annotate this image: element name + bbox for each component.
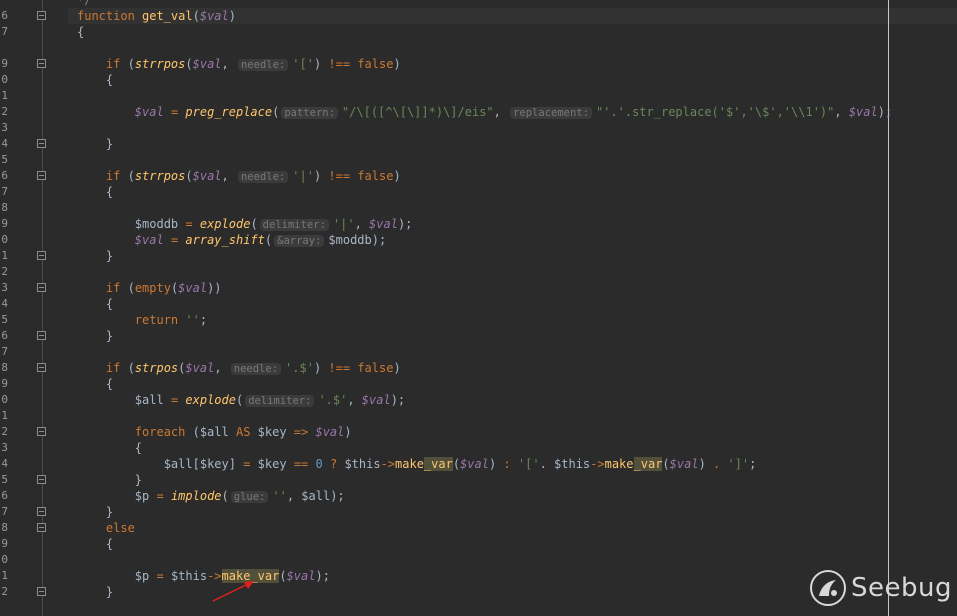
seebug-watermark: Seebug [809, 566, 952, 610]
code-line[interactable]: $all = explode(delimiter: '.$', $val); [77, 392, 405, 408]
fold-marker-icon[interactable] [37, 475, 46, 484]
watermark-text: Seebug [851, 573, 952, 603]
code-line[interactable]: $all[$key] = $key == 0 ? $this->make_var… [77, 456, 756, 472]
line-number: 3 [1, 281, 8, 294]
fold-marker-icon[interactable] [37, 523, 46, 532]
fold-marker-icon[interactable] [37, 587, 46, 596]
fold-marker-icon[interactable] [37, 139, 46, 148]
code-line[interactable]: $p = implode(glue: '', $all); [77, 488, 345, 504]
line-number: 1 [1, 569, 8, 582]
code-line[interactable]: if (strrpos($val, needle: '[') !== false) [77, 56, 401, 72]
code-line[interactable]: { [77, 184, 113, 200]
line-number: 5 [1, 153, 8, 166]
fold-marker-icon[interactable] [37, 59, 46, 68]
code-line[interactable]: } [77, 472, 142, 488]
line-number: 4 [1, 297, 8, 310]
line-number: 5 [1, 473, 8, 486]
fold-marker-icon[interactable] [37, 171, 46, 180]
param-hint: glue: [230, 490, 269, 503]
param-hint: &array: [274, 234, 325, 247]
param-hint: delimiter: [259, 218, 329, 231]
code-line[interactable]: $val = array_shift(&array: $moddb); [77, 232, 386, 248]
line-number: 1 [1, 409, 8, 422]
line-number: 0 [1, 73, 8, 86]
line-number [0, 40, 8, 56]
line-number: 9 [1, 217, 8, 230]
code-line[interactable]: } [77, 136, 113, 152]
code-line[interactable]: else [77, 520, 135, 536]
line-number: 2 [1, 425, 8, 438]
line-number: 8 [1, 201, 8, 214]
code-line[interactable]: */ [77, 0, 91, 8]
code-line[interactable]: function get_val($val) [77, 8, 236, 24]
line-number: 6 [1, 489, 8, 502]
line-number: 9 [1, 57, 8, 70]
param-hint: needle: [237, 170, 289, 183]
line-number: 4 [1, 137, 8, 150]
fold-marker-icon[interactable] [37, 283, 46, 292]
line-number: 3 [1, 121, 8, 134]
param-hint: replacement: [510, 106, 592, 119]
line-number: 6 [1, 9, 8, 22]
fold-marker-icon[interactable] [37, 427, 46, 436]
code-line[interactable]: if (strpos($val, needle: '.$') !== false) [77, 360, 401, 376]
fold-marker-icon[interactable] [37, 11, 46, 20]
param-hint: needle: [237, 58, 289, 71]
line-number: 5 [1, 313, 8, 326]
code-line[interactable]: if (empty($val)) [77, 280, 222, 296]
line-number: 7 [1, 25, 8, 38]
param-hint: needle: [230, 362, 282, 375]
line-number: 9 [1, 377, 8, 390]
line-number: 1 [1, 89, 8, 102]
function-name: get_val [142, 9, 193, 23]
code-line[interactable]: { [77, 24, 84, 40]
code-line[interactable]: { [77, 296, 113, 312]
line-number: 6 [1, 329, 8, 342]
line-number: 6 [1, 169, 8, 182]
line-number: 9 [1, 537, 8, 550]
line-number: 4 [1, 457, 8, 470]
seebug-logo-icon [810, 570, 846, 606]
annotation-arrow-icon [212, 581, 254, 602]
fold-marker-icon[interactable] [37, 331, 46, 340]
code-line[interactable]: { [77, 72, 113, 88]
line-number: 2 [1, 105, 8, 118]
line-number: 3 [1, 441, 8, 454]
line-number: 7 [1, 345, 8, 358]
line-number: 0 [1, 553, 8, 566]
line-number: 7 [1, 185, 8, 198]
line-number: 2 [1, 265, 8, 278]
code-line[interactable]: } [77, 504, 113, 520]
code-line[interactable]: if (strrpos($val, needle: '|') !== false) [77, 168, 401, 184]
code-line[interactable]: } [77, 584, 113, 600]
code-line[interactable]: $val = preg_replace(pattern: "/\[([^\[\]]… [77, 104, 892, 120]
function-param: $val [199, 9, 229, 23]
fold-marker-icon[interactable] [37, 363, 46, 372]
code-line[interactable]: { [77, 536, 113, 552]
code-line[interactable]: return ''; [77, 312, 207, 328]
code-line[interactable]: { [77, 440, 142, 456]
fold-marker-icon[interactable] [37, 507, 46, 516]
line-number: 2 [1, 585, 8, 598]
line-number [0, 0, 8, 8]
line-number: 0 [1, 233, 8, 246]
line-number: 7 [1, 505, 8, 518]
param-hint: delimiter: [245, 394, 315, 407]
code-line[interactable]: { [77, 376, 113, 392]
fold-marker-icon[interactable] [37, 251, 46, 260]
code-line[interactable]: $p = $this->make_var($val); [77, 568, 330, 584]
line-number: 8 [1, 361, 8, 374]
code-line[interactable]: } [77, 328, 113, 344]
keyword-function: function [77, 9, 135, 23]
line-number: 0 [1, 393, 8, 406]
param-hint: pattern: [281, 106, 338, 119]
line-number: 8 [1, 521, 8, 534]
code-line[interactable]: } [77, 248, 113, 264]
code-line[interactable]: foreach ($all AS $key => $val) [77, 424, 352, 440]
right-margin-guide [888, 0, 889, 616]
comment-text: */ [77, 0, 92, 7]
line-number: 1 [1, 249, 8, 262]
code-line[interactable]: $moddb = explode(delimiter: '|', $val); [77, 216, 413, 232]
